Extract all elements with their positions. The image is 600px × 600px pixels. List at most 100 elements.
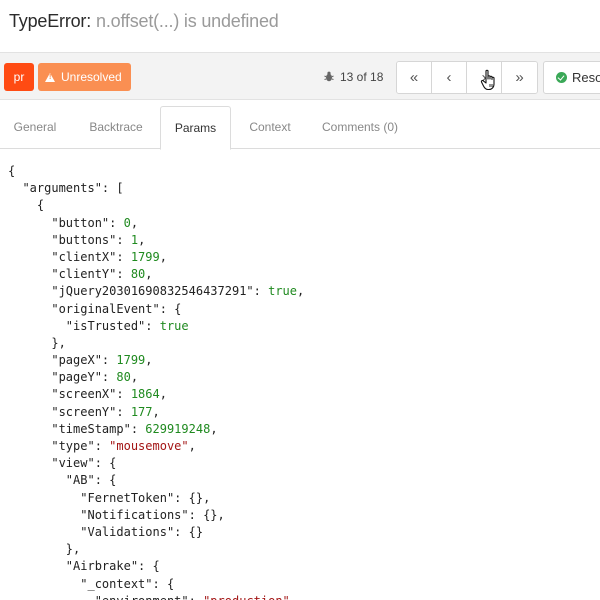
code-line: "view": {: [8, 455, 600, 472]
code-text: "originalEvent": {: [8, 301, 182, 316]
occurrence-counter: 13 of 18: [324, 70, 383, 84]
code-text: "Notifications": {},: [8, 507, 225, 522]
code-text: "jQuery20301690832546437291":: [8, 284, 269, 299]
code-line: "Notifications": {},: [8, 507, 600, 524]
code-text: "AB": {: [8, 473, 117, 488]
code-text: "FernetToken": {},: [8, 490, 211, 505]
code-text: "timeStamp":: [8, 421, 146, 436]
code-number: 177: [130, 404, 153, 419]
code-text: ,: [210, 421, 218, 436]
code-text: ,: [159, 387, 167, 402]
code-text: ,: [130, 370, 139, 385]
code-line: },: [8, 335, 600, 352]
code-text: ,: [145, 353, 153, 368]
first-occurrence-button[interactable]: «: [397, 62, 432, 93]
code-text: ,: [297, 284, 305, 299]
code-number: 629919248: [145, 421, 211, 436]
code-number: 0: [123, 215, 131, 230]
code-text: ,: [130, 215, 139, 230]
code-text: ,: [188, 439, 196, 453]
code-line: "pageY": 80,: [8, 369, 600, 386]
code-line: {: [8, 163, 600, 180]
code-number: 1799: [116, 353, 146, 368]
code-text: "screenY":: [8, 404, 131, 419]
code-text: "type":: [8, 439, 110, 453]
code-boolean: true: [159, 318, 189, 333]
chevron-left-icon: ‹: [446, 69, 452, 86]
tab-backtrace[interactable]: Backtrace: [75, 106, 157, 149]
code-number: 1: [130, 232, 139, 247]
code-line: "jQuery20301690832546437291": true,: [8, 283, 600, 300]
code-line: "type": "mousemove",: [8, 438, 600, 455]
toolbar: pr Unresolved 13 of 18 « ‹ › » Reso: [0, 52, 600, 100]
code-text: },: [8, 542, 81, 557]
code-text: {: [8, 198, 45, 213]
code-text: ,: [159, 249, 167, 264]
code-text: "view": {: [8, 456, 117, 471]
check-circle-icon: [556, 72, 567, 83]
code-line: "buttons": 1,: [8, 232, 600, 249]
bug-icon: [324, 71, 334, 82]
code-line: "_context": {: [8, 576, 600, 593]
code-text: "pageY":: [8, 370, 117, 385]
code-text: ,: [152, 404, 160, 419]
code-text: ,: [145, 267, 153, 282]
code-text: "Validations": {}: [8, 524, 204, 539]
tab-params[interactable]: Params: [160, 106, 231, 150]
code-number: 80: [130, 267, 146, 282]
detail-tabs: General Backtrace Params Context Comment…: [0, 106, 600, 150]
code-line: {: [8, 197, 600, 214]
code-string: "production": [203, 594, 290, 600]
code-line: "Airbrake": {: [8, 558, 600, 575]
code-line: "environment": "production": [8, 593, 600, 600]
tab-context[interactable]: Context: [236, 106, 304, 149]
code-text: "buttons":: [8, 232, 131, 247]
code-line: "timeStamp": 629919248,: [8, 421, 600, 438]
code-string: "mousemove": [109, 439, 189, 453]
code-line: "screenX": 1864,: [8, 386, 600, 403]
error-message: n.offset(...) is undefined: [96, 11, 279, 31]
code-boolean: true: [268, 284, 297, 299]
tab-general[interactable]: General: [0, 106, 70, 149]
code-line: "screenY": 177,: [8, 404, 600, 421]
code-number: 1864: [130, 387, 160, 402]
code-number: 80: [116, 370, 131, 385]
code-text: "arguments": [: [8, 181, 124, 196]
code-line: },: [8, 541, 600, 558]
error-title: TypeError: n.offset(...) is undefined: [9, 11, 279, 32]
code-text: {: [8, 164, 16, 178]
code-line: "isTrusted": true: [8, 318, 600, 335]
code-line: "button": 0,: [8, 215, 600, 232]
occurrence-navigation: « ‹ › »: [396, 61, 538, 94]
code-text: },: [8, 335, 66, 350]
code-text: "isTrusted":: [8, 318, 160, 333]
status-button[interactable]: Unresolved: [38, 63, 131, 91]
code-text: "_context": {: [8, 576, 175, 591]
hand-pointer-icon: [480, 69, 495, 91]
code-line: "clientX": 1799,: [8, 249, 600, 266]
error-type: TypeError:: [9, 11, 92, 31]
code-line: "clientY": 80,: [8, 266, 600, 283]
code-line: "arguments": [: [8, 180, 600, 197]
code-text: "clientX":: [8, 249, 131, 264]
code-text: "environment":: [8, 594, 203, 600]
counter-label: 13 of 18: [340, 70, 384, 84]
error-header: TypeError: n.offset(...) is undefined: [0, 0, 600, 48]
last-occurrence-button[interactable]: »: [502, 62, 537, 93]
code-line: "Validations": {}: [8, 524, 600, 541]
code-line: "pageX": 1799,: [8, 352, 600, 369]
code-line: "AB": {: [8, 472, 600, 489]
code-text: "clientY":: [8, 267, 131, 282]
environment-badge[interactable]: pr: [4, 63, 34, 91]
code-text: "button":: [8, 215, 124, 230]
code-text: "screenX":: [8, 387, 131, 402]
code-text: "pageX":: [8, 353, 117, 368]
double-chevron-left-icon: «: [409, 69, 419, 86]
double-chevron-right-icon: »: [515, 69, 524, 86]
code-number: 1799: [130, 249, 160, 264]
resolve-label: Reso: [572, 70, 600, 85]
tab-comments[interactable]: Comments (0): [310, 106, 410, 149]
previous-occurrence-button[interactable]: ‹: [432, 62, 467, 93]
resolve-button[interactable]: Reso: [543, 61, 600, 94]
warning-icon: [45, 73, 55, 82]
